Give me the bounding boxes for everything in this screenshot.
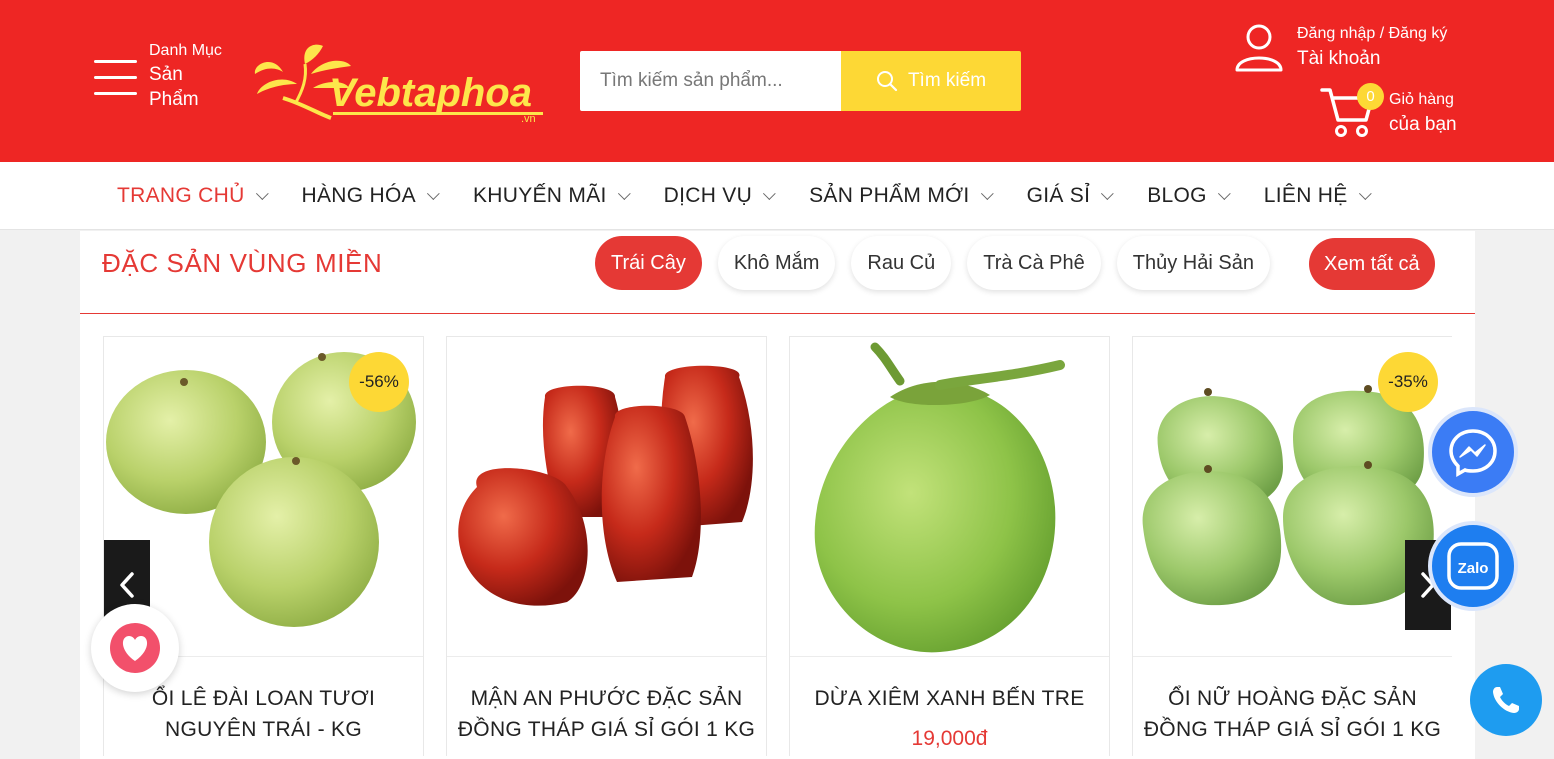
phone-icon xyxy=(1493,687,1519,713)
product-image[interactable] xyxy=(447,337,766,657)
nav-item-trang-chu[interactable]: TRANG CHỦ xyxy=(117,184,269,208)
svg-text:Vebtaphoa: Vebtaphoa xyxy=(329,71,532,115)
product-card[interactable]: -35% ỔI NỮ HOÀNG ĐẶC SẢN ĐỒNG THÁP GIÁ S… xyxy=(1132,336,1452,756)
nav-item-blog[interactable]: BLOG xyxy=(1147,184,1231,208)
cart-sublabel: của bạn xyxy=(1389,114,1457,136)
svg-text:.vn: .vn xyxy=(521,113,536,124)
category-tabs: Trái Cây Khô Mắm Rau Củ Trà Cà Phê Thủy … xyxy=(595,236,1270,290)
messenger-chat-button[interactable] xyxy=(1428,407,1518,497)
account-label[interactable]: Tài khoản xyxy=(1297,47,1447,72)
hamburger-icon xyxy=(94,60,137,98)
main-nav: TRANG CHỦ HÀNG HÓA KHUYẾN MÃI DỊCH VỤ SẢ… xyxy=(0,162,1554,230)
chevron-left-icon xyxy=(120,572,134,598)
chevron-down-icon xyxy=(426,186,440,200)
cart-link[interactable]: 0 Giỏ hàng của bạn xyxy=(1320,83,1457,139)
search-button[interactable]: Tìm kiếm xyxy=(841,51,1021,111)
nav-item-khuyen-mai[interactable]: KHUYẾN MÃI xyxy=(473,184,631,208)
product-name[interactable]: DỪA XIÊM XANH BẾN TRE xyxy=(800,683,1099,714)
cart-label: Giỏ hàng xyxy=(1389,91,1454,108)
user-icon xyxy=(1235,24,1283,72)
tab-tra-ca-phe[interactable]: Trà Cà Phê xyxy=(967,236,1101,290)
search-bar: Tìm kiếm xyxy=(580,51,1021,111)
chevron-down-icon xyxy=(617,186,631,200)
zalo-chat-button[interactable]: Zalo xyxy=(1428,521,1518,611)
chevron-down-icon xyxy=(980,186,994,200)
product-name[interactable]: ỔI NỮ HOÀNG ĐẶC SẢN ĐỒNG THÁP GIÁ SỈ GÓI… xyxy=(1143,683,1442,745)
view-all-button[interactable]: Xem tất cả xyxy=(1309,238,1435,290)
product-carousel: -56% ỔI LÊ ĐÀI LOAN TƯƠI NGUYÊN TRÁI - K… xyxy=(103,336,1452,756)
heart-icon xyxy=(110,623,160,673)
product-image[interactable] xyxy=(790,337,1109,657)
tab-kho-mam[interactable]: Khô Mắm xyxy=(717,236,836,290)
category-menu-button[interactable]: Danh Mục Sản Phẩm xyxy=(94,42,222,113)
messenger-icon xyxy=(1449,429,1497,478)
account-link[interactable]: Đăng nhập / Đăng ký Tài khoản xyxy=(1234,22,1447,72)
nav-item-san-pham-moi[interactable]: SẢN PHẨM MỚI xyxy=(809,184,994,208)
site-logo[interactable]: Vebtaphoa .vn xyxy=(253,44,553,125)
phone-call-button[interactable] xyxy=(1470,664,1542,736)
product-card[interactable]: MẬN AN PHƯỚC ĐẶC SẢN ĐỒNG THÁP GIÁ SỈ GÓ… xyxy=(446,336,767,756)
chevron-down-icon xyxy=(1358,186,1372,200)
tab-rau-cu[interactable]: Rau Củ xyxy=(851,236,952,290)
search-input[interactable] xyxy=(580,51,841,111)
chevron-down-icon xyxy=(1101,186,1114,200)
site-header: Danh Mục Sản Phẩm Vebtaphoa .vn Tìm kiếm xyxy=(0,0,1554,162)
section-divider xyxy=(80,313,1475,314)
nav-item-gia-si[interactable]: GIÁ SỈ xyxy=(1027,184,1114,208)
discount-badge: -56% xyxy=(349,352,409,412)
product-name[interactable]: ỔI LÊ ĐÀI LOAN TƯƠI NGUYÊN TRÁI - KG xyxy=(114,683,413,745)
login-register-label[interactable]: Đăng nhập / Đăng ký xyxy=(1297,24,1447,45)
search-icon xyxy=(876,71,898,92)
cart-count-badge: 0 xyxy=(1357,83,1384,110)
nav-item-lien-he[interactable]: LIÊN HỆ xyxy=(1264,184,1372,208)
section-title: ĐẶC SẢN VÙNG MIỀN xyxy=(102,248,383,278)
chevron-down-icon xyxy=(1217,186,1231,200)
discount-badge: -35% xyxy=(1378,352,1438,412)
nav-item-hang-hoa[interactable]: HÀNG HÓA xyxy=(302,184,440,208)
tab-thuy-hai-san[interactable]: Thủy Hải Sản xyxy=(1116,236,1270,290)
tab-trai-cay[interactable]: Trái Cây xyxy=(595,236,702,290)
regional-specialties-section: ĐẶC SẢN VÙNG MIỀN Trái Cây Khô Mắm Rau C… xyxy=(80,231,1475,759)
wishlist-button[interactable] xyxy=(91,604,179,692)
product-name[interactable]: MẬN AN PHƯỚC ĐẶC SẢN ĐỒNG THÁP GIÁ SỈ GÓ… xyxy=(457,683,756,745)
product-card[interactable]: DỪA XIÊM XANH BẾN TRE 19,000đ xyxy=(789,336,1110,756)
search-button-label: Tìm kiếm xyxy=(907,70,987,91)
svg-text:Zalo: Zalo xyxy=(1458,560,1489,577)
product-card[interactable]: -56% ỔI LÊ ĐÀI LOAN TƯƠI NGUYÊN TRÁI - K… xyxy=(103,336,424,756)
chevron-down-icon xyxy=(255,186,269,200)
chevron-down-icon xyxy=(763,186,776,200)
category-menu-label: Danh Mục Sản Phẩm xyxy=(149,42,222,111)
nav-item-dich-vu[interactable]: DỊCH VỤ xyxy=(664,184,776,208)
product-price: 19,000đ xyxy=(911,727,988,750)
zalo-icon: Zalo xyxy=(1447,542,1499,590)
